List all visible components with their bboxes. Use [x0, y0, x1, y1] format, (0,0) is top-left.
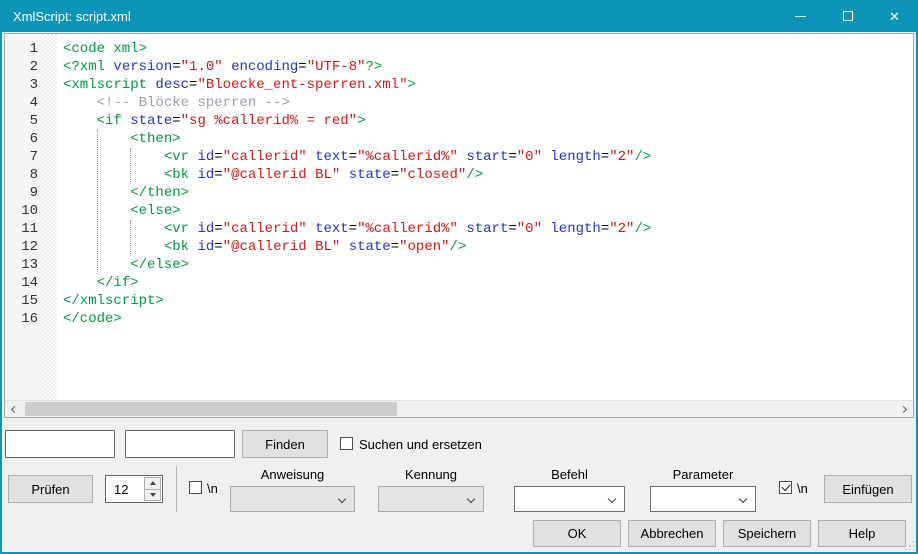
code-line: <vr id="callerid" text="%callerid%" star…: [63, 148, 913, 166]
maximize-icon: [843, 11, 853, 21]
newline-right-label: \n: [797, 475, 808, 501]
code-area[interactable]: <code xml><?xml version="1.0" encoding="…: [57, 34, 913, 400]
minimize-button[interactable]: [777, 0, 824, 32]
find-button[interactable]: Finden: [242, 430, 328, 458]
code-line: <then>: [63, 130, 913, 148]
indent-guide: [130, 220, 131, 256]
chevron-down-icon: [739, 495, 747, 503]
kennung-label: Kennung: [378, 467, 484, 482]
window-title: XmlScript: script.xml: [0, 9, 131, 24]
spinner-buttons: [144, 477, 161, 501]
close-icon: ✕: [889, 10, 900, 23]
line-number-spinner[interactable]: [105, 475, 163, 503]
titlebar-buttons: ✕: [777, 0, 918, 32]
save-button[interactable]: Speichern: [723, 520, 811, 547]
maximize-button[interactable]: [824, 0, 871, 32]
chevron-right-icon: [900, 405, 907, 412]
fold-margin: [45, 34, 57, 400]
line-number: 2: [5, 58, 45, 76]
newline-right-checkbox[interactable]: [779, 481, 792, 494]
close-button[interactable]: ✕: [871, 0, 918, 32]
newline-left-label: \n: [207, 475, 218, 501]
search-input-2[interactable]: [125, 430, 235, 458]
indent-guide: [97, 130, 98, 274]
befehl-label: Befehl: [514, 467, 625, 482]
check-button[interactable]: Prüfen: [8, 475, 93, 503]
line-number: 5: [5, 112, 45, 130]
insert-button[interactable]: Einfügen: [824, 475, 912, 503]
code-line: </if>: [63, 274, 913, 292]
titlebar[interactable]: XmlScript: script.xml ✕: [0, 0, 918, 32]
line-number: 12: [5, 238, 45, 256]
line-number: 15: [5, 292, 45, 310]
line-number: 14: [5, 274, 45, 292]
line-number-gutter: 12345678910111213141516: [5, 34, 45, 400]
code-line: </then>: [63, 184, 913, 202]
spinner-input[interactable]: [106, 476, 144, 502]
befehl-dropdown[interactable]: [514, 486, 625, 512]
xml-code-editor[interactable]: 12345678910111213141516 <code xml><?xml …: [4, 33, 914, 418]
kennung-dropdown[interactable]: [378, 486, 484, 512]
line-number: 9: [5, 184, 45, 202]
minimize-icon: [795, 16, 806, 17]
line-number: 4: [5, 94, 45, 112]
code-line: <else>: [63, 202, 913, 220]
xmlscript-dialog: XmlScript: script.xml ✕ 1234567891011121…: [0, 0, 918, 554]
code-line: <!-- Blöcke sperren -->: [63, 94, 913, 112]
code-line: <vr id="callerid" text="%callerid%" star…: [63, 220, 913, 238]
replace-checkbox[interactable]: [340, 437, 353, 450]
line-number: 10: [5, 202, 45, 220]
cancel-button[interactable]: Abbrechen: [628, 520, 716, 547]
chevron-down-icon: [467, 495, 475, 503]
chevron-down-icon: [338, 495, 346, 503]
anweisung-label: Anweisung: [230, 467, 355, 482]
line-number: 7: [5, 148, 45, 166]
code-line: <if state="sg %callerid% = red">: [63, 112, 913, 130]
horizontal-scrollbar[interactable]: [5, 400, 913, 417]
scroll-left-button[interactable]: [5, 401, 22, 417]
line-number: 1: [5, 40, 45, 58]
spinner-down-button[interactable]: [144, 489, 161, 502]
code-line: <bk id="@callerid BL" state="closed"/>: [63, 166, 913, 184]
code-line: <xmlscript desc="Bloecke_ent-sperren.xml…: [63, 76, 913, 94]
ok-button[interactable]: OK: [533, 520, 621, 547]
code-line: <?xml version="1.0" encoding="UTF-8"?>: [63, 58, 913, 76]
parameter-dropdown[interactable]: [650, 486, 756, 512]
indent-guide: [130, 148, 131, 184]
code-line: <code xml>: [63, 40, 913, 58]
parameter-label: Parameter: [650, 467, 756, 482]
line-number: 6: [5, 130, 45, 148]
replace-checkbox-label: Suchen und ersetzen: [359, 430, 482, 458]
anweisung-dropdown[interactable]: [230, 486, 355, 512]
code-line: </code>: [63, 310, 913, 328]
arrow-up-icon: [150, 481, 156, 485]
line-number: 16: [5, 310, 45, 328]
search-input-1[interactable]: [5, 430, 115, 458]
scroll-right-button[interactable]: [896, 401, 913, 417]
chevron-left-icon: [11, 405, 18, 412]
chevron-down-icon: [608, 495, 616, 503]
line-number: 3: [5, 76, 45, 94]
code-line: <bk id="@callerid BL" state="open"/>: [63, 238, 913, 256]
line-number: 11: [5, 220, 45, 238]
arrow-down-icon: [150, 493, 156, 497]
code-line: </else>: [63, 256, 913, 274]
line-number: 8: [5, 166, 45, 184]
scrollbar-thumb[interactable]: [25, 402, 397, 416]
divider: [176, 466, 177, 512]
line-number: 13: [5, 256, 45, 274]
newline-left-checkbox[interactable]: [189, 481, 202, 494]
code-line: </xmlscript>: [63, 292, 913, 310]
help-button[interactable]: Help: [818, 520, 906, 547]
